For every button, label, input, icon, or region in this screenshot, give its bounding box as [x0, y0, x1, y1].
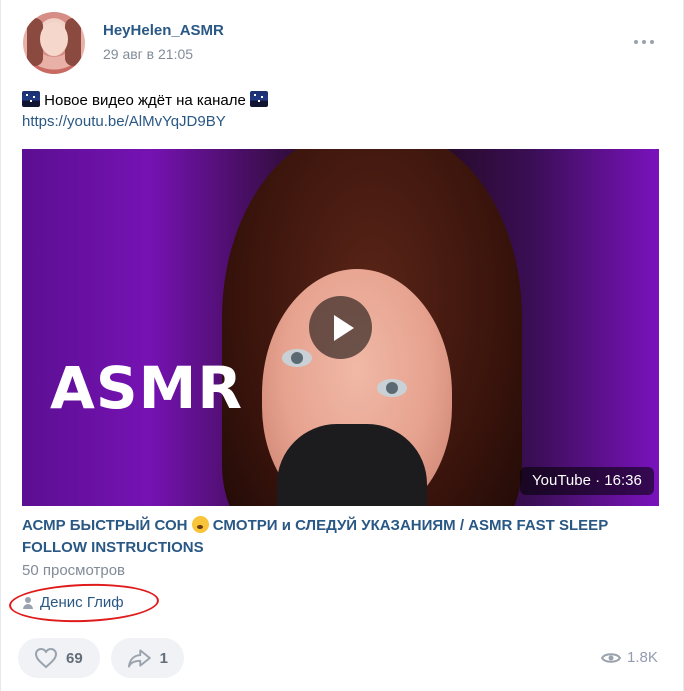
share-count: 1: [159, 649, 168, 667]
video-title[interactable]: АСМР БЫСТРЫЙ СОН СМОТРИ и СЛЕДУЙ УКАЗАНИ…: [22, 515, 622, 559]
video-title-part1: АСМР БЫСТРЫЙ СОН: [22, 517, 188, 534]
more-options-button[interactable]: [631, 36, 657, 48]
dot-icon: [634, 40, 638, 44]
user-icon: [22, 596, 34, 609]
like-button[interactable]: 69: [18, 638, 100, 678]
author-name[interactable]: HeyHelen_ASMR: [103, 22, 224, 39]
author-avatar[interactable]: [23, 12, 85, 74]
share-button[interactable]: 1: [111, 638, 184, 678]
post-link[interactable]: https://youtu.be/AlMvYqJD9BY: [22, 113, 226, 130]
sleepy-face-icon: [191, 516, 209, 533]
views-count: 1.8K: [627, 649, 658, 666]
avatar-face: [40, 22, 68, 56]
post-views: 1.8K: [601, 649, 658, 666]
share-arrow-icon: [127, 649, 151, 668]
post-text: Новое видео ждёт на канале: [44, 92, 246, 109]
video-thumbnail[interactable]: ASMR YouTube · 16:36: [22, 149, 659, 506]
play-icon[interactable]: [309, 296, 372, 359]
night-city-icon: [22, 91, 40, 107]
night-city-icon: [250, 91, 269, 107]
post-text-line: Новое видео ждёт на канале: [22, 90, 269, 112]
dot-icon: [650, 40, 654, 44]
thumbnail-eye: [377, 379, 407, 397]
thumbnail-caption: ASMR: [50, 354, 244, 422]
video-duration-badge: YouTube · 16:36: [520, 467, 654, 495]
heart-icon: [34, 647, 58, 669]
thumbnail-microphone: [277, 424, 427, 506]
like-count: 69: [66, 649, 83, 667]
dot-icon: [642, 40, 646, 44]
thumbnail-eye: [282, 349, 312, 367]
post-date[interactable]: 29 авг в 21:05: [103, 46, 193, 62]
eye-icon: [601, 652, 621, 663]
post-card: HeyHelen_ASMR 29 авг в 21:05 Новое видео…: [0, 0, 684, 691]
signer-name: Денис Глиф: [40, 594, 124, 611]
video-views: 50 просмотров: [22, 562, 126, 579]
post-signer[interactable]: Денис Глиф: [22, 594, 124, 611]
